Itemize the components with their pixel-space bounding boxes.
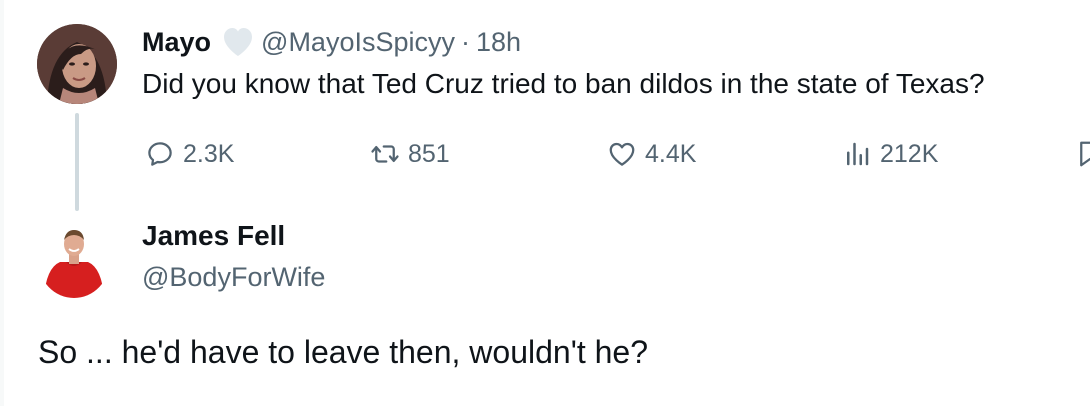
- reply-button[interactable]: 2.3K: [145, 136, 234, 172]
- parent-handle[interactable]: @MayoIsSpicyy: [261, 27, 455, 58]
- like-button[interactable]: 4.4K: [607, 136, 696, 172]
- views-button[interactable]: 212K: [842, 136, 938, 172]
- avatar-mayo[interactable]: [37, 24, 117, 104]
- views-icon: [847, 142, 869, 166]
- like-count: 4.4K: [645, 139, 697, 168]
- reply-display-name[interactable]: James Fell: [142, 220, 285, 252]
- reply-handle[interactable]: @BodyForWife: [142, 262, 325, 293]
- retweet-count: 851: [408, 139, 450, 168]
- verified-heart-icon: [221, 26, 255, 58]
- parent-timestamp[interactable]: 18h: [476, 27, 521, 58]
- reply-count: 2.3K: [183, 139, 235, 168]
- left-border: [0, 0, 4, 406]
- avatar-james-image: [38, 222, 110, 298]
- thread-connector-line: [75, 113, 79, 211]
- bookmark-icon: [1080, 141, 1090, 167]
- retweet-icon: [371, 145, 399, 163]
- reply-tweet-text: So ... he'd have to leave then, wouldn't…: [38, 334, 648, 370]
- reply-icon: [148, 142, 172, 166]
- retweet-button[interactable]: 851: [370, 136, 450, 172]
- header-separator: ·: [461, 26, 470, 57]
- like-icon: [609, 142, 635, 166]
- parent-tweet-text: Did you know that Ted Cruz tried to ban …: [142, 68, 985, 99]
- avatar-mayo-image: [37, 24, 117, 104]
- views-count: 212K: [880, 139, 939, 168]
- parent-display-name[interactable]: Mayo: [142, 27, 211, 58]
- avatar-james-fell[interactable]: [38, 222, 110, 298]
- bookmark-button[interactable]: [1075, 136, 1090, 172]
- parent-tweet-header: Mayo @MayoIsSpicyy · 18h: [142, 22, 521, 62]
